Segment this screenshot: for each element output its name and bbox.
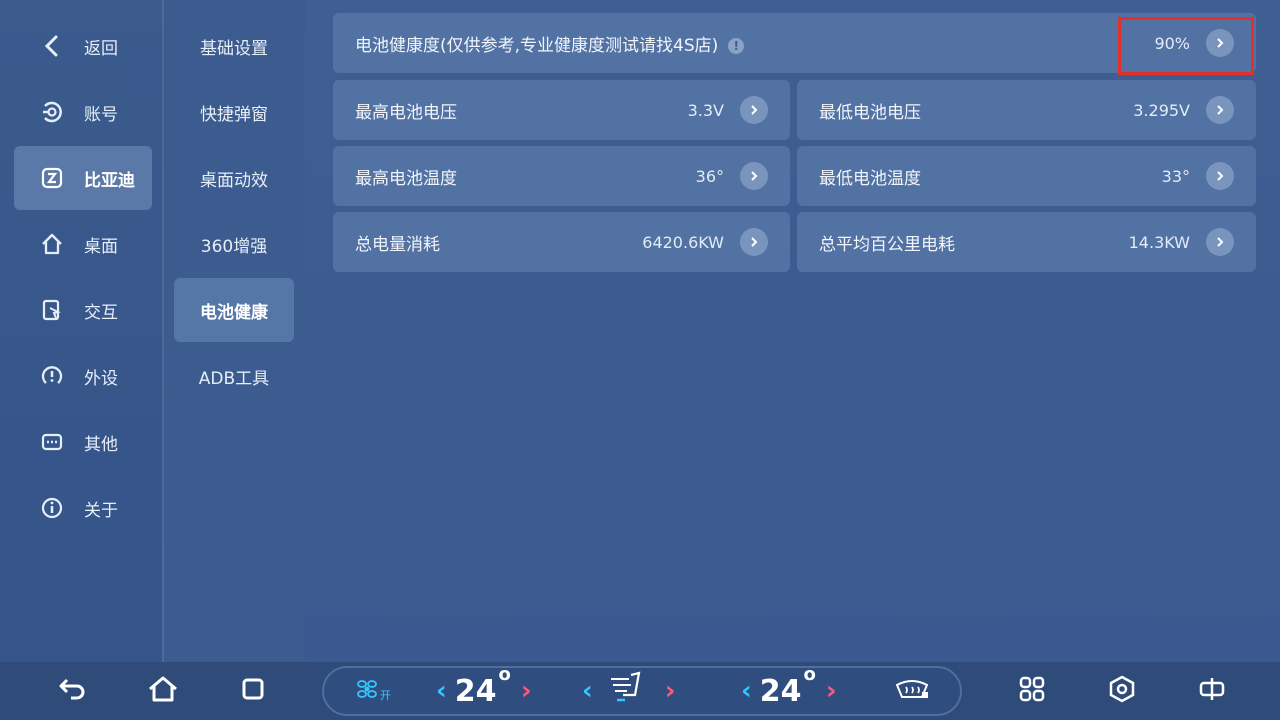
fan-button[interactable]: 开 xyxy=(352,666,394,716)
nav-desktop[interactable]: 桌面 xyxy=(14,212,152,276)
subnav-desktop-effects[interactable]: 桌面动效 xyxy=(174,146,294,210)
back-button[interactable] xyxy=(50,662,96,720)
left-temp: 24 o xyxy=(454,663,511,709)
nav-account[interactable]: 账号 xyxy=(14,80,152,144)
nav-label: 返回 xyxy=(84,38,118,59)
airflow-control[interactable]: ‹ › xyxy=(582,666,675,716)
subnav-battery-health[interactable]: 电池健康 xyxy=(174,278,294,342)
nav-back[interactable]: 返回 xyxy=(14,14,152,78)
seat-airflow-icon xyxy=(605,669,645,713)
card-value: 3.3V xyxy=(687,100,724,120)
right-temp-control[interactable]: ‹ 24 o › xyxy=(741,663,837,716)
nav-label: 比亚迪 xyxy=(84,170,135,191)
subnav-basic-settings[interactable]: 基础设置 xyxy=(174,14,294,78)
chevron-right-icon[interactable] xyxy=(740,96,768,124)
min-voltage-card[interactable]: 最低电池电压 3.295V xyxy=(797,80,1256,140)
home-button[interactable] xyxy=(140,662,186,720)
total-energy-card[interactable]: 总电量消耗 6420.6KW xyxy=(333,212,790,272)
back-arrow-icon xyxy=(57,676,89,706)
card-title: 最高电池电压 xyxy=(355,102,457,123)
max-temp-card[interactable]: 最高电池温度 36° xyxy=(333,146,790,206)
home-icon xyxy=(147,675,179,707)
subnav-quick-popup[interactable]: 快捷弹窗 xyxy=(174,80,294,144)
chevron-right-icon[interactable] xyxy=(1206,228,1234,256)
nav-peripherals[interactable]: 外设 xyxy=(14,344,152,408)
subnav-360-enhance[interactable]: 360增强 xyxy=(174,212,294,276)
card-title: 总电量消耗 xyxy=(355,234,440,255)
nav-label: 账号 xyxy=(84,104,118,125)
max-voltage-card[interactable]: 最高电池电压 3.3V xyxy=(333,80,790,140)
fan-status: 开 xyxy=(380,689,391,702)
recent-apps-button[interactable] xyxy=(230,662,276,720)
card-value: 3.295V xyxy=(1133,100,1190,120)
card-title: 最低电池电压 xyxy=(819,102,921,123)
temp-up-icon[interactable]: › xyxy=(521,676,532,706)
tire-pressure-icon xyxy=(32,364,72,388)
info-icon[interactable]: ! xyxy=(728,37,745,54)
chevron-right-icon[interactable] xyxy=(740,228,768,256)
back-chevron-icon xyxy=(32,35,72,57)
chevron-right-icon[interactable] xyxy=(1206,96,1234,124)
avg-consumption-card[interactable]: 总平均百公里电耗 14.3KW xyxy=(797,212,1256,272)
airflow-prev-icon[interactable]: ‹ xyxy=(582,676,593,706)
card-title: 电池健康度(仅供参考,专业健康度测试请找4S店)! xyxy=(355,31,745,56)
nav-about[interactable]: 关于 xyxy=(14,476,152,540)
info-icon xyxy=(32,496,72,520)
hexagon-settings-icon xyxy=(1109,675,1135,707)
nav-label: 交互 xyxy=(84,302,118,323)
airflow-next-icon[interactable]: › xyxy=(665,676,676,706)
highlight-box xyxy=(1118,17,1254,75)
temp-down-icon[interactable]: ‹ xyxy=(436,676,447,706)
temp-up-icon[interactable]: › xyxy=(826,676,837,706)
other-icon xyxy=(32,430,72,454)
min-temp-card[interactable]: 最低电池温度 33° xyxy=(797,146,1256,206)
interaction-icon xyxy=(32,298,72,322)
split-screen-button[interactable] xyxy=(1190,662,1234,720)
nav-label: 关于 xyxy=(84,500,118,521)
settings-button[interactable] xyxy=(1100,662,1144,720)
chevron-right-icon[interactable] xyxy=(1206,162,1234,190)
secondary-nav: 基础设置 快捷弹窗 桌面动效 360增强 电池健康 ADB工具 xyxy=(164,0,305,662)
nav-label: 其他 xyxy=(84,434,118,455)
home-icon xyxy=(32,232,72,256)
chevron-right-icon[interactable] xyxy=(740,162,768,190)
nav-byd[interactable]: 比亚迪 xyxy=(14,146,152,210)
temp-down-icon[interactable]: ‹ xyxy=(741,676,752,706)
subnav-adb-tools[interactable]: ADB工具 xyxy=(174,344,294,408)
nav-interaction[interactable]: 交互 xyxy=(14,278,152,342)
right-temp: 24 o xyxy=(759,663,816,709)
byd-icon xyxy=(32,166,72,190)
nav-label: 外设 xyxy=(84,368,118,389)
apps-button[interactable] xyxy=(1010,662,1054,720)
windshield-defrost-icon xyxy=(894,677,930,705)
fan-icon xyxy=(355,677,379,705)
primary-nav: 返回 账号 比亚迪 桌面 交互 外设 其他 关于 xyxy=(0,0,162,662)
card-value: 33° xyxy=(1161,166,1190,186)
left-temp-control[interactable]: ‹ 24 o › xyxy=(436,663,532,716)
split-screen-icon xyxy=(1199,676,1225,706)
defrost-button[interactable] xyxy=(890,666,934,716)
account-icon xyxy=(32,100,72,124)
card-title: 最低电池温度 xyxy=(819,168,921,189)
card-value: 14.3KW xyxy=(1128,232,1190,252)
card-title: 总平均百公里电耗 xyxy=(819,234,955,255)
card-title: 最高电池温度 xyxy=(355,168,457,189)
card-value: 6420.6KW xyxy=(642,232,724,252)
square-icon xyxy=(241,677,265,705)
nav-other[interactable]: 其他 xyxy=(14,410,152,474)
apps-grid-icon xyxy=(1019,676,1045,706)
card-value: 36° xyxy=(695,166,724,186)
nav-label: 桌面 xyxy=(84,236,118,257)
